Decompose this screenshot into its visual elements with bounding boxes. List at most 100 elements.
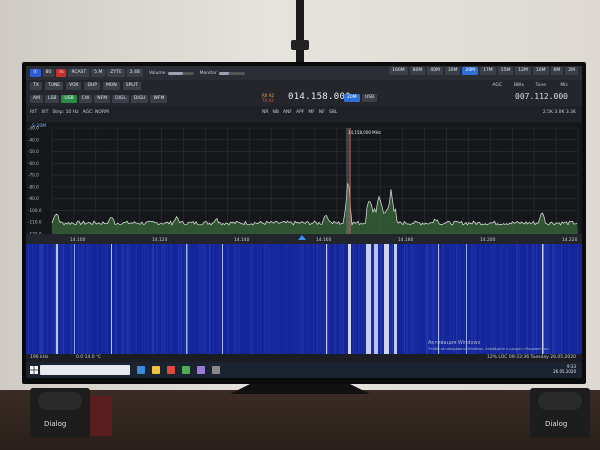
app-icon-1[interactable]: [167, 366, 175, 374]
speaker-brand-left: Dialog: [44, 420, 67, 428]
mode-usb[interactable]: USB: [61, 95, 77, 103]
mode-am[interactable]: AM: [30, 95, 43, 103]
mode-wfm[interactable]: WFM: [150, 95, 168, 103]
app-icon-2[interactable]: [182, 366, 190, 374]
waterfall-svg[interactable]: [26, 244, 582, 354]
spectrum-y-tick: -50.0: [28, 149, 39, 154]
dup-button[interactable]: DUP: [84, 82, 100, 90]
mode-toggle[interactable]: USB: [362, 94, 378, 102]
power-button[interactable]: Ⓢ: [30, 69, 41, 77]
xit-label[interactable]: XIT: [41, 110, 48, 115]
band-20m[interactable]: 20M: [462, 67, 479, 75]
mode-lsb[interactable]: LSB: [44, 95, 60, 103]
dsp-nf[interactable]: NF: [319, 110, 325, 115]
app-icon-4[interactable]: [212, 366, 220, 374]
split-button[interactable]: SPLIT: [122, 82, 141, 90]
waterfall-noise: [105, 244, 106, 354]
waterfall-signal: [111, 244, 112, 354]
band-12m[interactable]: 12M: [515, 67, 531, 75]
spectrum-y-tick: -110.0: [28, 220, 42, 225]
waterfall-panel[interactable]: [26, 244, 582, 354]
toolbar-btn-5[interactable]: ZYTE: [107, 69, 125, 77]
volume-slider[interactable]: [167, 71, 194, 75]
waterfall-signal: [326, 244, 328, 354]
toolbar-btn-1[interactable]: 80: [42, 69, 55, 77]
dsp-nr[interactable]: NR: [262, 110, 269, 115]
dsp-mf[interactable]: MF: [308, 110, 314, 115]
waterfall-noise: [333, 244, 335, 354]
waterfall-noise: [227, 244, 228, 354]
edge-icon[interactable]: [137, 366, 145, 374]
mode-digu[interactable]: DIGU: [130, 95, 149, 103]
spectrum-svg[interactable]: -30.0-40.0-50.0-60.0-70.0-80.0-90.0-100.…: [26, 122, 582, 244]
folder-icon[interactable]: [152, 366, 160, 374]
spectrum-y-tick: -80.0: [28, 184, 39, 189]
band-160m[interactable]: 160M: [389, 67, 408, 75]
monitor-label: Monitor: [199, 70, 217, 76]
band-80m[interactable]: 80M: [409, 67, 426, 75]
waterfall-noise: [471, 244, 472, 354]
waterfall-noise: [343, 244, 344, 354]
waterfall-noise: [449, 244, 451, 354]
waterfall-noise: [286, 244, 288, 354]
band-10m[interactable]: 10M: [532, 67, 549, 75]
rit-label[interactable]: RIT: [30, 110, 37, 115]
app-icon-3[interactable]: [197, 366, 205, 374]
waterfall-noise: [121, 244, 123, 354]
windows-start-icon[interactable]: [30, 366, 38, 374]
monitor-slider[interactable]: [218, 71, 245, 75]
taskbar-search-input[interactable]: [40, 365, 130, 375]
band-15m[interactable]: 15M: [497, 67, 514, 75]
tune-label: Tune: [535, 83, 546, 88]
waterfall-noise: [294, 244, 296, 354]
tune-button[interactable]: TUNE: [44, 82, 64, 90]
band-30m[interactable]: 30M: [444, 67, 461, 75]
mode-nfm[interactable]: NFM: [94, 95, 111, 103]
waterfall-noise: [568, 244, 570, 354]
waterfall-noise: [378, 244, 380, 354]
waterfall-noise: [177, 244, 179, 354]
dsp-sbl[interactable]: SBL: [329, 110, 337, 115]
band-6m[interactable]: 6M: [550, 67, 564, 75]
toolbar-btn-6[interactable]: 2.48: [126, 69, 143, 77]
agc-mode-label[interactable]: AGC: NORM: [82, 110, 109, 115]
filter-widths[interactable]: 2.5K 3.0K 3.3K: [543, 110, 576, 115]
waterfall-signal: [74, 244, 75, 354]
vfo-a-frequency[interactable]: 014.158.000: [288, 92, 351, 102]
step-label[interactable]: Step: 10 Hz: [52, 110, 78, 115]
waterfall-signal: [542, 244, 544, 354]
toolbar-btn-4[interactable]: 5.M: [91, 69, 106, 77]
waterfall-noise: [272, 244, 274, 354]
dsp-apf[interactable]: APF: [296, 110, 304, 115]
vox-button[interactable]: VOX: [66, 82, 82, 90]
band-toggle[interactable]: 20M: [344, 94, 360, 102]
waterfall-noise: [35, 244, 37, 354]
mon-button[interactable]: MON: [102, 82, 120, 90]
waterfall-noise: [209, 244, 211, 354]
waterfall-noise: [128, 244, 129, 354]
vfo-b-frequency[interactable]: 007.112.000: [515, 92, 568, 101]
waterfall-noise: [328, 244, 330, 354]
dsp-nb[interactable]: NB: [273, 110, 279, 115]
waterfall-noise: [83, 244, 85, 354]
waterfall-noise: [432, 244, 433, 354]
toolbar-btn-2[interactable]: rs: [56, 69, 67, 77]
waterfall-noise: [458, 244, 460, 354]
mode-cw[interactable]: CW: [78, 95, 93, 103]
waterfall-noise: [428, 244, 430, 354]
waterfall-noise: [267, 244, 269, 354]
mode-digl[interactable]: DIGL: [112, 95, 129, 103]
band-2m[interactable]: 2M: [565, 67, 578, 75]
tx-button[interactable]: TX: [30, 82, 42, 90]
band-40m[interactable]: 40M: [427, 67, 443, 75]
waterfall-noise: [359, 244, 360, 354]
waterfall-noise: [371, 244, 372, 354]
status-datetime: 12% LOC 09:33:36 Tuesday 26.05.2020: [486, 355, 576, 360]
waterfall-noise: [365, 244, 366, 354]
toolbar-btn-3[interactable]: RCAST: [68, 69, 90, 77]
taskbar-clock[interactable]: 9:33 26.05.2020: [553, 364, 576, 374]
band-17m[interactable]: 17M: [480, 67, 496, 75]
volume-label: Volume: [148, 70, 166, 76]
dsp-anf[interactable]: ANF: [283, 110, 292, 115]
spectrum-panel[interactable]: -30.0 -40.0 -50.0 -60.0 -70.0 -80.0 -90.0 -100.…: [26, 122, 582, 244]
